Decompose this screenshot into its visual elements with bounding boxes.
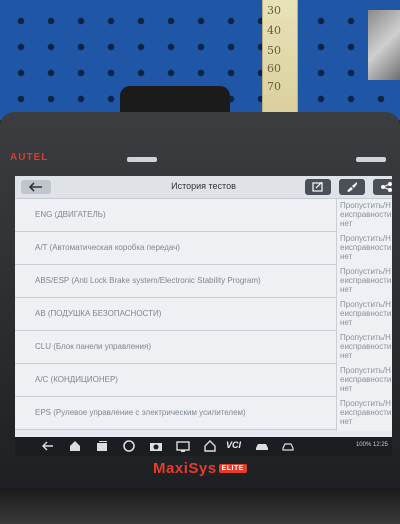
system-name: AB (ПОДУШКА БЕЗОПАСНОСТИ) (35, 309, 162, 318)
system-name: CLU (Блок панели управления) (35, 342, 152, 351)
nav-camera-button[interactable] (149, 439, 163, 453)
test-row[interactable]: ABS/ESP (Anti Lock Brake system/Electron… (15, 265, 392, 299)
brush-icon (347, 182, 357, 192)
display-icon (176, 441, 190, 452)
test-row[interactable]: CLU (Блок панели управления) Пропустить/… (15, 331, 392, 365)
brush-button[interactable] (339, 179, 365, 195)
vci-home-icon (204, 440, 216, 452)
system-name: EPS (Рулевое управление с электрическим … (35, 408, 246, 417)
test-row[interactable]: ENG (ДВИГАТЕЛЬ) Пропустить/Неисправности… (15, 199, 392, 233)
ruler-tick: 70 (267, 80, 281, 93)
nav-vci-home-button[interactable] (203, 439, 217, 453)
ruler: 30 40 50 60 70 (262, 0, 298, 120)
test-row[interactable]: A/C (КОНДИЦИОНЕР) Пропустить/Неисправнос… (15, 364, 392, 398)
back-arrow-icon (42, 441, 53, 451)
test-row[interactable]: A/T (Автоматическая коробка передач) Про… (15, 232, 392, 266)
nav-recent-button[interactable] (95, 439, 109, 453)
car-icon (256, 444, 268, 450)
share-button[interactable] (373, 179, 392, 195)
system-name: ENG (ДВИГАТЕЛЬ) (35, 210, 106, 219)
metal-bracket (368, 10, 400, 80)
vci-label[interactable]: VCI (226, 440, 241, 450)
edit-icon (312, 182, 323, 192)
brand-logo-bottom: MaxiSys ELITE (0, 458, 400, 477)
test-status: Пропустить/Неисправности нет (336, 265, 392, 299)
system-name: ABS/ESP (Anti Lock Brake system/Electron… (35, 276, 261, 285)
car-service-icon (282, 443, 294, 451)
nav-back-button[interactable] (41, 439, 55, 453)
ruler-tick: 60 (267, 62, 281, 75)
test-status: Пропустить/Неисправности нет (336, 232, 392, 266)
ruler-tick: 50 (267, 44, 281, 57)
speaker-slot (127, 157, 157, 162)
test-status: Пропустить/Неисправности нет (336, 331, 392, 365)
brand-tag: ELITE (218, 464, 247, 473)
brand-logo-top: AUTEL (10, 152, 49, 163)
test-status: Пропустить/Неисправности нет (336, 298, 392, 332)
screen: История тестов ENG (ДВИГАТЕЛЬ) Пропустит… (15, 176, 392, 450)
test-status: Пропустить/Неисправности нет (336, 199, 392, 233)
system-navigation-bar: VCI 100% 12:25 (15, 437, 392, 456)
nav-display-button[interactable] (176, 439, 190, 453)
header-bar: История тестов (15, 176, 392, 199)
share-icon (381, 182, 392, 192)
edit-button[interactable] (305, 179, 331, 195)
test-status: Пропустить/Неисправности нет (336, 397, 392, 431)
brand-name: MaxiSys (153, 460, 217, 477)
system-name: A/T (Автоматическая коробка передач) (35, 243, 180, 252)
test-status: Пропустить/Неисправности нет (336, 364, 392, 398)
browser-icon (123, 440, 135, 452)
recent-apps-icon (97, 441, 107, 451)
test-row[interactable]: AB (ПОДУШКА БЕЗОПАСНОСТИ) Пропустить/Неи… (15, 298, 392, 332)
nav-car-button[interactable] (255, 439, 269, 453)
nav-home-button[interactable] (68, 439, 82, 453)
page-title: История тестов (171, 181, 236, 191)
system-name: A/C (КОНДИЦИОНЕР) (35, 375, 118, 384)
home-icon (70, 441, 80, 451)
test-row[interactable]: EPS (Рулевое управление с электрическим … (15, 397, 392, 431)
nav-car-service-button[interactable] (281, 439, 295, 453)
ruler-tick: 30 (267, 4, 281, 17)
ruler-tick: 40 (267, 24, 281, 37)
camera-icon (150, 443, 162, 451)
system-status: 100% 12:25 (355, 442, 388, 448)
desk-surface (0, 488, 400, 524)
speaker-slot (356, 157, 386, 162)
nav-browser-button[interactable] (122, 439, 136, 453)
